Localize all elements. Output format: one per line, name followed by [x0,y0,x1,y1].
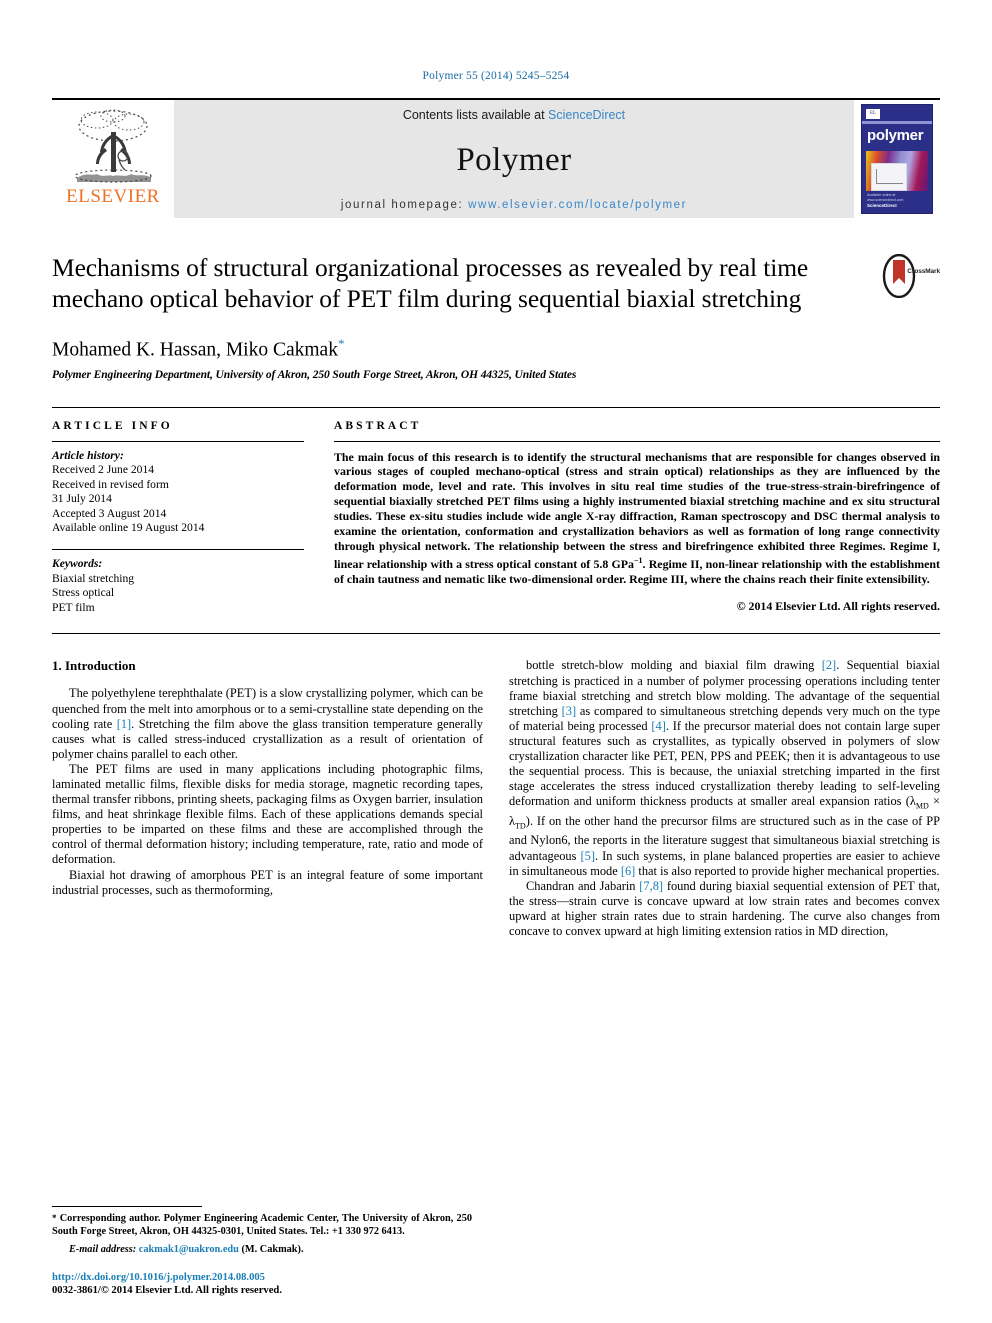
footnote-area: * Corresponding author. Polymer Engineer… [52,1205,472,1297]
intro-p4-h: that is also reported to provide higher … [635,863,940,878]
citation-ref[interactable]: [3] [562,704,576,718]
history-item: Available online 19 August 2014 [52,521,205,535]
citation-ref[interactable]: [1] [117,717,131,731]
citation-ref[interactable]: [7,8] [639,879,663,893]
cover-inset-figure [871,163,907,191]
corresponding-author-footnote: * Corresponding author. Polymer Engineer… [52,1212,472,1238]
history-item: Accepted 3 August 2014 [52,506,167,520]
info-abstract-region: ARTICLE INFO Article history: Received 2… [52,406,940,616]
cover-title: polymer [867,127,924,144]
cover-footer-line2: ScienceDirect [867,203,897,208]
journal-band: Contents lists available at ScienceDirec… [174,100,854,218]
keyword-item: Stress optical [52,586,115,600]
article-info-heading: ARTICLE INFO [52,419,173,432]
cover-publisher-badge: EL [866,109,880,119]
intro-p4-a: bottle stretch-blow molding and biaxial … [526,658,822,673]
corresponding-author-text: Corresponding author. Polymer Engineerin… [52,1212,472,1238]
contents-available-line: Contents lists available at ScienceDirec… [403,108,625,122]
abstract-heading: ABSTRACT [334,419,422,432]
cover-footer-line1: Available online at www.sciencedirect.co… [867,193,904,202]
intro-paragraph-4: bottle stretch-blow molding and biaxial … [509,658,940,878]
sciencedirect-link[interactable]: ScienceDirect [548,108,625,122]
email-footnote: E-mail address: cakmak1@uakron.edu (M. C… [52,1243,472,1256]
doi-block: http://dx.doi.org/10.1016/j.polymer.2014… [52,1271,472,1297]
body-column-right: bottle stretch-blow molding and biaxial … [509,658,940,988]
journal-cover-thumbnail: EL polymer Available online at www.scien… [861,104,933,214]
cover-footer: Available online at www.sciencedirect.co… [867,193,932,209]
keywords-block: Keywords: Biaxial stretching Stress opti… [52,549,304,615]
author-list: Mohamed K. Hassan, Miko Cakmak* [52,336,940,362]
keyword-item: Biaxial stretching [52,571,135,585]
intro-paragraph-5: Chandran and Jabarin [7,8] found during … [509,879,940,939]
citation-ref[interactable]: [4] [651,719,665,733]
crossmark-block[interactable]: CrossMark [882,253,940,308]
abstract-body: The main focus of this research is to id… [334,440,940,614]
doi-link[interactable]: http://dx.doi.org/10.1016/j.polymer.2014… [52,1271,472,1284]
intro-p5-a: Chandran and Jabarin [526,878,640,893]
body-column-left: 1. Introduction The polyethylene terepht… [52,658,483,988]
citation-ref[interactable]: [6] [621,864,635,878]
issn-copyright: 0032-3861/© 2014 Elsevier Ltd. All right… [52,1284,282,1296]
history-item: Received in revised form [52,477,169,491]
intro-paragraph-3: Biaxial hot drawing of amorphous PET is … [52,867,483,897]
journal-title: Polymer [456,142,572,178]
intro-paragraph-2: The PET films are used in many applicati… [52,761,483,867]
homepage-prefix: journal homepage: [340,199,469,211]
crossmark-box[interactable]: CrossMark [882,253,940,300]
history-item: Received 2 June 2014 [52,463,155,477]
journal-homepage-line: journal homepage: www.elsevier.com/locat… [341,199,687,211]
title-text-wrap: Mechanisms of structural organizational … [52,252,882,314]
abstract-column: ABSTRACT The main focus of this research… [334,420,940,616]
crossmark-icon[interactable] [882,253,916,299]
email-label: E-mail address: [69,1244,137,1256]
homepage-url-link[interactable]: www.elsevier.com/locate/polymer [468,199,687,211]
email-suffix: (M. Cakmak). [238,1244,304,1256]
elsevier-wordmark: ELSEVIER [66,186,160,207]
journal-cover-block: EL polymer Available online at www.scien… [854,100,940,218]
abstract-text-main: The main focus of this research is to id… [334,449,940,571]
corresponding-author-marker[interactable]: * [338,336,345,351]
contents-prefix: Contents lists available at [402,108,549,122]
citation-ref[interactable]: [2] [822,658,836,672]
body-columns: 1. Introduction The polyethylene terepht… [52,658,940,988]
abstract-copyright: © 2014 Elsevier Ltd. All rights reserved… [736,598,940,613]
article-info-column: ARTICLE INFO Article history: Received 2… [52,420,334,616]
cover-rule [862,121,932,124]
section-divider [52,633,940,635]
crossmark-label: CrossMark [907,268,940,275]
email-link[interactable]: cakmak1@uakron.edu [139,1244,239,1255]
section-heading-introduction: 1. Introduction [52,658,136,674]
elsevier-tree-icon [74,109,152,183]
footnote-rule [52,1205,202,1207]
keywords-label: Keywords: [52,557,103,571]
author-names: Mohamed K. Hassan, Miko Cakmak [52,339,338,361]
abstract-exponent: −1 [633,555,643,565]
lambda-md-subscript: MD [915,801,929,811]
title-area: Mechanisms of structural organizational … [52,252,940,314]
running-head: Polymer 55 (2014) 5245–5254 [422,70,570,82]
affiliation: Polymer Engineering Department, Universi… [52,368,577,381]
elsevier-logo-block: ELSEVIER [52,100,174,218]
intro-paragraph-1: The polyethylene terephthalate (PET) is … [52,686,483,761]
paper-page: Polymer 55 (2014) 5245–5254 ELSEVIER Con… [0,0,992,1323]
history-item: 31 July 2014 [52,492,112,506]
article-history-block: Article history: Received 2 June 2014 Re… [52,442,304,537]
article-history-label: Article history: [52,448,124,462]
journal-masthead: ELSEVIER Contents lists available at Sci… [52,98,940,218]
lambda-td-subscript: TD [515,821,526,831]
citation-ref[interactable]: [5] [581,849,595,863]
keyword-item: PET film [52,600,95,614]
intro-left-inner: 1. Introduction The polyethylene terepht… [52,658,483,988]
abstract-paragraph: The main focus of this research is to id… [334,450,940,587]
page-title: Mechanisms of structural organizational … [52,253,809,313]
